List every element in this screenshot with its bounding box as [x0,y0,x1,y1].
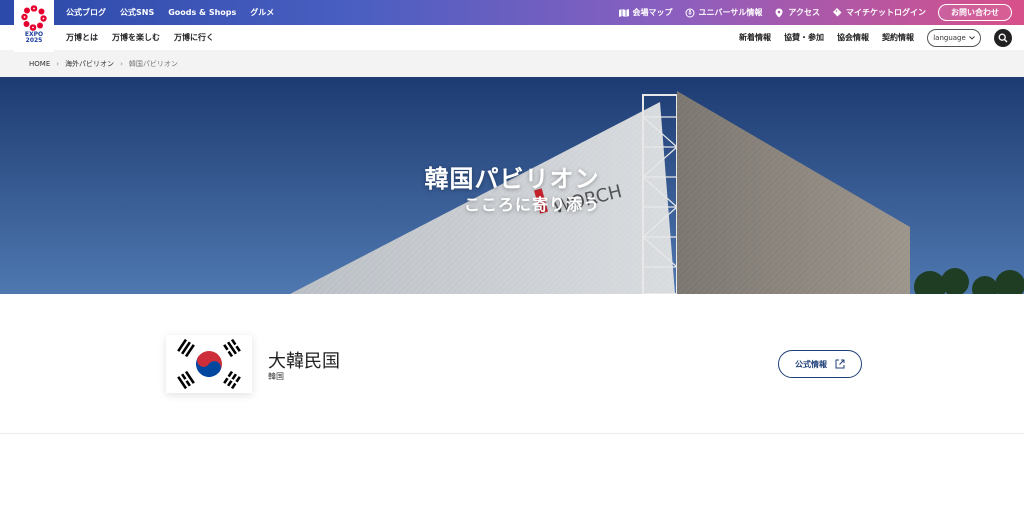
country-name: 大韓民国 [268,351,340,372]
nav-link-venue-map[interactable]: 会場マップ [618,7,673,18]
nav-link-sponsorship[interactable]: 協賛・参加 [784,32,824,43]
main-nav-right: 新着情報 協賛・参加 協会情報 契約情報 language [739,25,1012,50]
breadcrumb-current: 韓国パビリオン [128,59,178,68]
ticket-icon [833,7,842,16]
nav-link-about-expo[interactable]: 万博とは [66,32,98,43]
location-pin-icon [775,8,783,17]
nav-link-goods-shops[interactable]: Goods & Shops [168,8,236,17]
top-left-nav: 公式ブログ 公式SNS Goods & Shops グルメ [66,0,274,25]
breadcrumb: HOME › 海外パビリオン › 韓国パビリオン [0,50,1024,77]
chevron-down-icon [968,35,975,40]
main-nav: 万博とは 万博を楽しむ 万博に行く 新着情報 協賛・参加 協会情報 契約情報 l… [0,25,1024,50]
nav-link-official-sns[interactable]: 公式SNS [120,7,154,18]
nav-link-access[interactable]: アクセス [774,7,820,18]
nav-link-go-to-expo[interactable]: 万博に行く [174,32,214,43]
breadcrumb-separator-icon: › [120,59,123,68]
breadcrumb-separator-icon: › [56,59,60,68]
main-nav-left: 万博とは 万博を楽しむ 万博に行く [66,25,214,50]
expo-logo-ring-icon [21,5,47,31]
hero-subtitle: こころに寄り添う [463,195,600,214]
korea-flag-icon [166,335,252,393]
nav-link-enjoy-expo[interactable]: 万博を楽しむ [112,32,160,43]
nav-link-official-blog[interactable]: 公式ブログ [66,7,106,18]
hero-banner: WORCH 韓国パビリオン こころに寄り添う [0,77,1024,294]
hero-title: 韓国パビリオン [424,165,600,193]
search-button[interactable] [994,28,1012,47]
expo-2025-logo[interactable]: EXPO 2025 [14,0,54,52]
nav-link-contract-info[interactable]: 契約情報 [882,32,914,43]
top-bar: 公式ブログ 公式SNS Goods & Shops グルメ 会場マップ ユニバー… [0,0,1024,25]
official-info-button[interactable]: 公式情報 [778,350,862,378]
nav-link-universal-info[interactable]: ユニバーサル情報 [685,7,763,18]
official-info-label: 公式情報 [795,359,827,369]
breadcrumb-home[interactable]: HOME [29,60,50,68]
contact-button[interactable]: お問い合わせ [938,4,1012,21]
country-short-name: 韓国 [268,372,284,381]
logo-text-year: 2025 [25,37,43,44]
breadcrumb-overseas-pavilions[interactable]: 海外パビリオン [65,59,114,69]
language-select[interactable]: language [927,28,981,47]
map-icon [618,8,629,17]
venue-map-label: 会場マップ [632,8,673,17]
language-label: language [933,33,966,42]
search-icon [998,33,1008,42]
country-info-section: 大韓民国 韓国 公式情報 [0,294,1024,434]
top-right-nav: 会場マップ ユニバーサル情報 アクセス マイチケットログイン お問い合わせ [618,0,1012,25]
my-ticket-login-label: マイチケットログイン [846,8,926,17]
access-label: アクセス [788,8,820,17]
external-link-icon [835,359,845,369]
nav-link-association-info[interactable]: 協会情報 [837,32,869,43]
nav-link-news[interactable]: 新着情報 [739,32,771,43]
logo-text: EXPO 2025 [25,32,43,44]
nav-link-gourmet[interactable]: グルメ [250,7,274,18]
nav-link-my-ticket-login[interactable]: マイチケットログイン [832,7,926,18]
flag-card [166,335,252,393]
universal-icon [685,8,695,17]
universal-info-label: ユニバーサル情報 [698,8,763,17]
